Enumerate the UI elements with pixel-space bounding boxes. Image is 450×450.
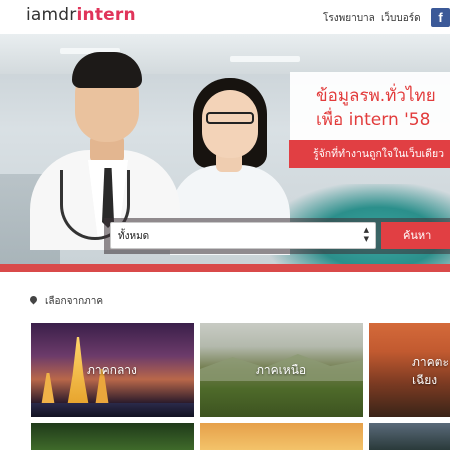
promo-cta-banner[interactable]: รู้จักที่ทำงานถูกใจในเว็บเดียว: [289, 140, 450, 168]
glasses-icon: [206, 112, 254, 124]
region-select[interactable]: ทั้งหมด ▲ ▼: [110, 222, 376, 249]
promo-headline-line2: เพื่อ intern '58: [316, 110, 431, 130]
search-button[interactable]: ค้นหา: [381, 222, 450, 249]
logo-text-part1: iamdr: [26, 5, 77, 25]
female-doctor-face: [202, 90, 258, 158]
region-heading-label: เลือกจากภาค: [45, 296, 104, 307]
region-card-northeast[interactable]: ภาคตะ เฉียง: [369, 323, 450, 417]
region-card-central[interactable]: ภาคกลาง: [31, 323, 194, 417]
temple-image: [67, 337, 89, 407]
river-image: [31, 403, 194, 417]
hero-ceiling: [0, 34, 450, 74]
ceiling-light: [230, 56, 300, 62]
temple-image: [41, 373, 55, 407]
select-arrows-icon: ▲ ▼: [363, 226, 369, 243]
region-card-north[interactable]: ภาคเหนือ: [200, 323, 363, 417]
region-select-value: ทั้งหมด: [118, 231, 150, 242]
hero-bottom-band: [0, 264, 450, 272]
region-card-east[interactable]: [200, 423, 363, 450]
region-card-label: ภาคตะ เฉียง: [412, 355, 449, 387]
region-card-south[interactable]: [31, 423, 194, 450]
region-card-label: ภาคเหนือ: [256, 363, 307, 377]
map-pin-icon: [28, 294, 39, 305]
nav-hospitals-link[interactable]: โรงพยาบาล: [323, 11, 375, 26]
region-heading: เลือกจากภาค: [28, 294, 104, 309]
header: iamdrintern โรงพยาบาล เว็บบอร์ด f: [0, 0, 450, 34]
promo-headline-line1: ข้อมูลรพ.ทั่วไทย: [316, 86, 436, 106]
region-card-west[interactable]: [369, 423, 450, 450]
site-logo[interactable]: iamdrintern: [26, 5, 136, 25]
nav-webboard-link[interactable]: เว็บบอร์ด: [381, 11, 421, 26]
facebook-icon[interactable]: f: [431, 8, 450, 27]
logo-text-part2: intern: [76, 5, 136, 25]
male-doctor-hair: [72, 52, 142, 88]
region-card-label: ภาคกลาง: [87, 363, 137, 377]
